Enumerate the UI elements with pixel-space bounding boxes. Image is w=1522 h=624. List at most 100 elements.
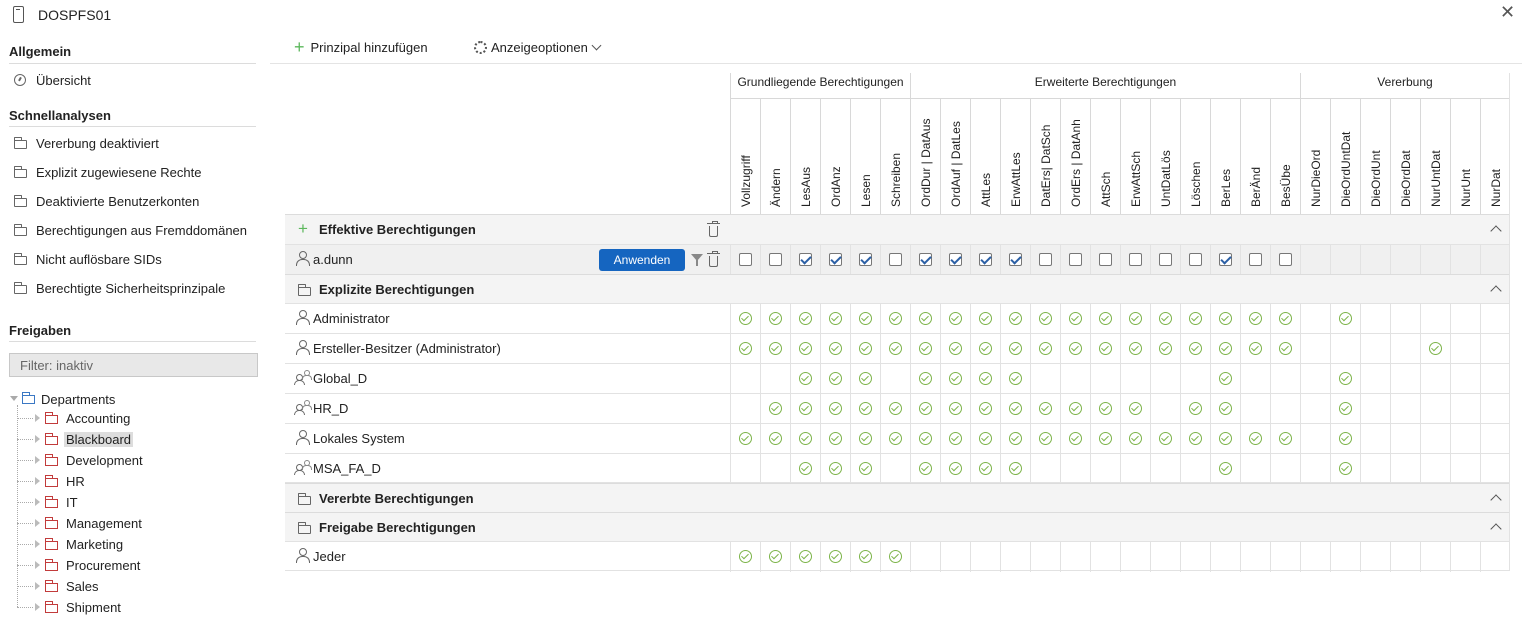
permission-checkbox[interactable] xyxy=(1099,253,1112,266)
column-header[interactable]: Lesen xyxy=(850,98,880,215)
principal-row[interactable]: Global_D xyxy=(285,363,1510,394)
permission-checkbox[interactable] xyxy=(1069,253,1082,266)
tree-item[interactable]: Blackboard xyxy=(17,429,134,449)
column-header[interactable]: NurUntDat xyxy=(1420,98,1450,215)
filter-icon[interactable] xyxy=(691,254,703,266)
expand-icon[interactable] xyxy=(35,435,40,443)
chevron-up-icon[interactable] xyxy=(1490,225,1502,237)
column-header[interactable]: BesÜbe xyxy=(1270,98,1300,215)
column-header[interactable]: Schreiben xyxy=(880,98,910,215)
principal-row[interactable]: Ersteller-Besitzer (Administrator) xyxy=(285,333,1510,364)
expand-icon[interactable] xyxy=(35,603,40,611)
permission-checkbox[interactable] xyxy=(1159,253,1172,266)
tree-item[interactable]: Sales xyxy=(17,576,101,596)
tree-item[interactable]: Accounting xyxy=(17,408,132,428)
tree-root-departments[interactable]: Departments xyxy=(22,390,115,408)
column-header[interactable]: NurDat xyxy=(1480,98,1510,215)
column-header[interactable]: AttSch xyxy=(1090,98,1120,215)
tree-item[interactable]: Shipment xyxy=(17,597,123,617)
principal-row[interactable]: MSA_FA_D xyxy=(285,453,1510,484)
permission-checkbox[interactable] xyxy=(1189,253,1202,266)
column-header[interactable]: ErwAttLes xyxy=(1000,98,1030,215)
tree-item[interactable]: IT xyxy=(17,492,80,512)
permission-checkbox[interactable] xyxy=(1009,253,1022,266)
permission-checkbox[interactable] xyxy=(919,253,932,266)
permission-checkbox[interactable] xyxy=(859,253,872,266)
permission-cell xyxy=(820,542,850,572)
tree-item[interactable]: Management xyxy=(17,513,144,533)
permission-checkbox[interactable] xyxy=(1039,253,1052,266)
column-header[interactable]: DieOrdDat xyxy=(1390,98,1420,215)
permission-cell xyxy=(1150,542,1180,572)
column-header[interactable]: ErwAttSch xyxy=(1120,98,1150,215)
chevron-up-icon[interactable] xyxy=(1490,494,1502,506)
view-options-button[interactable]: Anzeigeoptionen xyxy=(474,38,602,56)
column-header[interactable]: LesAus xyxy=(790,98,820,215)
permission-checkbox[interactable] xyxy=(889,253,902,266)
column-header[interactable]: DieOrdUnt xyxy=(1360,98,1390,215)
principal-row[interactable]: Lokales System xyxy=(285,423,1510,454)
quick-analysis-item[interactable]: Deaktivierte Benutzerkonten xyxy=(14,191,199,211)
tree-item[interactable]: Development xyxy=(17,450,145,470)
tree-item[interactable]: Procurement xyxy=(17,555,142,575)
column-header[interactable]: NurDieOrd xyxy=(1300,98,1330,215)
section-inherited[interactable]: Vererbte Berechtigungen xyxy=(285,483,1510,513)
section-explicit[interactable]: Explizite Berechtigungen xyxy=(285,274,1510,304)
column-header[interactable]: NurUnt xyxy=(1450,98,1480,215)
permission-checkbox[interactable] xyxy=(1279,253,1292,266)
section-effective[interactable]: + Effektive Berechtigungen xyxy=(285,214,1510,244)
chevron-up-icon[interactable] xyxy=(1490,285,1502,297)
tree-collapse-icon[interactable] xyxy=(10,396,18,401)
expand-icon[interactable] xyxy=(35,540,40,548)
column-header[interactable]: OrdErs | DatAnh xyxy=(1060,98,1090,215)
permission-checkbox[interactable] xyxy=(979,253,992,266)
tree-item[interactable]: HR xyxy=(17,471,87,491)
column-header[interactable]: Ändern xyxy=(760,98,790,215)
principal-row[interactable]: HR_D xyxy=(285,393,1510,424)
trash-icon[interactable] xyxy=(707,221,720,237)
permission-checkbox[interactable] xyxy=(1219,253,1232,266)
close-icon[interactable]: ✕ xyxy=(1500,3,1515,21)
plus-icon[interactable]: + xyxy=(298,219,308,239)
expand-icon[interactable] xyxy=(35,498,40,506)
column-header[interactable]: OrdAuf | DatLes xyxy=(940,98,970,215)
permission-checkbox[interactable] xyxy=(799,253,812,266)
permission-checkbox[interactable] xyxy=(739,253,752,266)
column-header[interactable]: OrdDur | DatAus xyxy=(910,98,940,215)
apply-button[interactable]: Anwenden xyxy=(599,249,685,271)
expand-icon[interactable] xyxy=(35,561,40,569)
tree-item[interactable]: Marketing xyxy=(17,534,125,554)
permission-checkbox[interactable] xyxy=(1249,253,1262,266)
principal-row[interactable]: Administrator xyxy=(285,303,1510,334)
expand-icon[interactable] xyxy=(35,414,40,422)
quick-analysis-item[interactable]: Vererbung deaktiviert xyxy=(14,133,159,153)
column-header[interactable]: OrdAnz xyxy=(820,98,850,215)
column-header[interactable]: AttLes xyxy=(970,98,1000,215)
expand-icon[interactable] xyxy=(35,582,40,590)
chevron-up-icon[interactable] xyxy=(1490,523,1502,535)
column-header[interactable]: Vollzugriff xyxy=(730,98,760,215)
quick-analysis-item[interactable]: Explizit zugewiesene Rechte xyxy=(14,162,201,182)
add-principal-button[interactable]: + Prinzipal hinzufügen xyxy=(294,38,428,56)
column-header[interactable]: BerLes xyxy=(1210,98,1240,215)
expand-icon[interactable] xyxy=(35,477,40,485)
column-header[interactable]: BerÄnd xyxy=(1240,98,1270,215)
quick-analysis-item[interactable]: Berechtigte Sicherheitsprinzipale xyxy=(14,278,225,298)
filter-input[interactable]: Filter: inaktiv xyxy=(9,353,258,377)
column-header[interactable]: UntDatLös xyxy=(1150,98,1180,215)
permission-checkbox[interactable] xyxy=(949,253,962,266)
column-header[interactable]: DatErs| DatSch xyxy=(1030,98,1060,215)
permission-checkbox[interactable] xyxy=(829,253,842,266)
nav-overview[interactable]: Übersicht xyxy=(14,70,91,90)
column-header[interactable]: Löschen xyxy=(1180,98,1210,215)
section-share[interactable]: Freigabe Berechtigungen xyxy=(285,512,1510,542)
column-header[interactable]: DieOrdUntDat xyxy=(1330,98,1360,215)
permission-checkbox[interactable] xyxy=(769,253,782,266)
trash-icon[interactable] xyxy=(707,251,720,267)
permission-checkbox[interactable] xyxy=(1129,253,1142,266)
expand-icon[interactable] xyxy=(35,519,40,527)
expand-icon[interactable] xyxy=(35,456,40,464)
quick-analysis-item[interactable]: Berechtigungen aus Fremddomänen xyxy=(14,220,247,240)
principal-row[interactable]: Jeder xyxy=(285,541,1510,572)
quick-analysis-item[interactable]: Nicht auflösbare SIDs xyxy=(14,249,162,269)
